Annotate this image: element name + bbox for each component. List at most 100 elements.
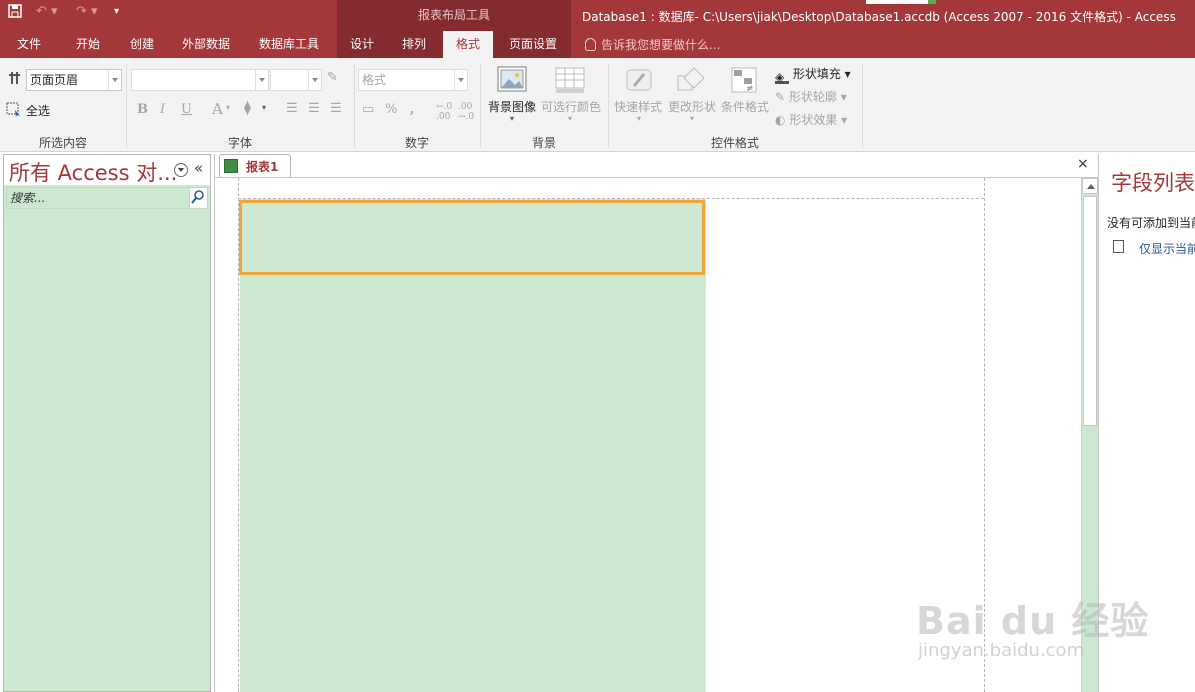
tell-me-box[interactable]: 告诉我您想要做什么... xyxy=(585,36,720,53)
tab-format[interactable]: 格式 xyxy=(443,31,493,58)
percent-button[interactable]: % xyxy=(385,102,397,117)
table-rows-icon xyxy=(555,66,587,96)
font-color-button[interactable]: A xyxy=(212,100,223,118)
chevron-down-icon[interactable] xyxy=(454,70,467,90)
tab-external-data[interactable]: 外部数据 xyxy=(174,31,238,58)
group-label-number: 数字 xyxy=(404,136,429,150)
conditional-format-button[interactable]: 条件格式 xyxy=(721,98,769,115)
align-right-icon[interactable]: ☰ xyxy=(330,101,342,116)
quick-styles-icon xyxy=(624,66,656,96)
show-current-link[interactable]: 仅显示当前 xyxy=(1139,240,1195,257)
nav-search-input[interactable]: 搜索... xyxy=(6,187,208,209)
context-group-label: 报表布局工具 xyxy=(417,8,490,22)
change-shape-icon xyxy=(676,66,708,96)
chevron-down-icon[interactable] xyxy=(255,70,268,90)
group-label-background: 背景 xyxy=(531,136,556,150)
nav-header: 所有 Access 对... « xyxy=(4,155,210,185)
customize-icon[interactable]: ▾ xyxy=(114,3,119,21)
chevron-down-icon[interactable]: ▾ xyxy=(226,103,230,112)
save-icon[interactable] xyxy=(7,3,23,21)
underline-button[interactable]: U xyxy=(181,102,192,117)
collapse-icon[interactable]: « xyxy=(194,159,203,177)
shape-outline-label: 形状轮廓 xyxy=(788,90,837,104)
tab-file[interactable]: 文件 xyxy=(6,31,52,58)
tab-create[interactable]: 创建 xyxy=(120,31,164,58)
tab-arrange[interactable]: 排列 xyxy=(393,31,435,58)
currency-icon[interactable]: ▭ xyxy=(362,102,374,117)
tab-page-setup[interactable]: 页面设置 xyxy=(500,31,566,58)
watermark-logo: Bai du 经验 xyxy=(916,599,1150,643)
select-all-label: 全选 xyxy=(25,104,50,118)
undo-icon[interactable]: ↶ ▾ xyxy=(36,3,58,21)
tell-me-text: 告诉我您想要做什么... xyxy=(601,38,721,52)
window-title: Database1 : 数据库- C:\Users\jiak\Desktop\D… xyxy=(582,10,1176,24)
select-all-icon xyxy=(6,102,20,117)
shape-effects-button[interactable]: ◐ 形状效果 ▾ xyxy=(775,111,847,128)
number-format-combo[interactable]: 格式 xyxy=(358,69,468,91)
format-painter-icon[interactable]: ✎ xyxy=(327,70,338,85)
status-indicator xyxy=(866,0,936,4)
fill-color-icon[interactable]: ⧫ xyxy=(244,100,251,116)
selection-icon xyxy=(8,70,24,90)
field-list-message: 没有可添加到当前 xyxy=(1107,216,1195,230)
chevron-down-icon[interactable]: ▾ xyxy=(637,114,641,123)
tab-design[interactable]: 设计 xyxy=(341,31,383,58)
font-name-combo[interactable] xyxy=(131,69,269,91)
nav-search-placeholder: 搜索... xyxy=(10,191,46,205)
chevron-down-icon[interactable]: ▾ xyxy=(568,114,572,123)
align-left-icon[interactable]: ☰ xyxy=(286,101,298,116)
shape-effects-icon: ◐ xyxy=(775,113,786,127)
alternate-row-color-button[interactable]: 可选行颜色 xyxy=(541,98,601,115)
document-icon xyxy=(1113,240,1124,253)
field-list-title: 字段列表 xyxy=(1111,171,1195,195)
conditional-format-icon: ≠ xyxy=(730,66,762,96)
picture-icon xyxy=(497,66,529,96)
nav-title[interactable]: 所有 Access 对... xyxy=(9,157,177,187)
italic-button[interactable]: I xyxy=(160,102,165,117)
search-icon[interactable] xyxy=(189,188,207,208)
margin-guide-left xyxy=(238,178,239,692)
chevron-down-icon[interactable]: ▾ xyxy=(262,103,266,112)
chevron-down-icon[interactable]: ▾ xyxy=(690,114,694,123)
lightbulb-icon xyxy=(585,38,596,51)
navigation-pane: 所有 Access 对... « 搜索... xyxy=(3,154,211,692)
number-format-value: 格式 xyxy=(362,73,387,87)
tab-database-tools[interactable]: 数据库工具 xyxy=(250,31,328,58)
close-document-icon[interactable]: × xyxy=(1077,156,1089,172)
watermark-url: jingyan.baidu.com xyxy=(918,640,1085,661)
document-tab-report1[interactable]: 报表1 xyxy=(219,154,291,178)
select-all-button[interactable]: 全选 xyxy=(6,102,50,119)
increase-decimals-icon[interactable]: ←.0.00 xyxy=(436,102,452,122)
decrease-decimals-icon[interactable]: .00 →.0 xyxy=(458,102,474,122)
comma-button[interactable]: , xyxy=(410,102,415,117)
font-size-combo[interactable] xyxy=(270,69,322,91)
tab-home[interactable]: 开始 xyxy=(66,31,110,58)
background-image-button[interactable]: 背景图像 xyxy=(488,98,536,115)
title-bar: 报表布局工具 ↶ ▾ ↷ ▾ ▾ Database1 : 数据库- C:\Use… xyxy=(0,0,1195,58)
chevron-down-icon[interactable]: ▾ xyxy=(510,114,514,123)
object-select-value: 页面页眉 xyxy=(30,73,79,87)
scroll-up-icon[interactable] xyxy=(1082,178,1098,194)
object-select-combo[interactable]: 页面页眉 xyxy=(26,69,122,91)
report-icon xyxy=(224,159,238,173)
redo-icon[interactable]: ↷ ▾ xyxy=(76,3,98,21)
group-divider xyxy=(862,64,863,148)
paint-bucket-icon: ◈ xyxy=(775,70,789,84)
shape-effects-label: 形状效果 xyxy=(789,113,838,127)
align-center-icon[interactable]: ☰ xyxy=(308,101,320,116)
nav-menu-icon[interactable] xyxy=(174,163,188,177)
page-header-section-selected[interactable] xyxy=(239,200,705,275)
chevron-down-icon[interactable] xyxy=(108,70,121,90)
margin-guide-top xyxy=(238,198,984,199)
group-label-control-format: 控件格式 xyxy=(710,136,759,150)
scroll-thumb[interactable] xyxy=(1083,196,1097,426)
shape-fill-button[interactable]: ◈ 形状填充 ▾ xyxy=(775,65,851,84)
bold-button[interactable]: B xyxy=(137,102,148,117)
change-shape-button[interactable]: 更改形状 xyxy=(668,98,716,115)
shape-outline-button[interactable]: ✎ 形状轮廓 ▾ xyxy=(775,88,847,105)
ribbon: 页面页眉 全选 所选内容 ✎ B I U A ▾ ⧫ ▾ ☰ ☰ ☰ 字体 格式… xyxy=(0,58,1195,152)
quick-styles-button[interactable]: 快速样式 xyxy=(614,98,662,115)
pen-icon: ✎ xyxy=(775,90,786,104)
chevron-down-icon[interactable] xyxy=(308,70,321,90)
shape-fill-label: 形状填充 xyxy=(792,67,841,81)
